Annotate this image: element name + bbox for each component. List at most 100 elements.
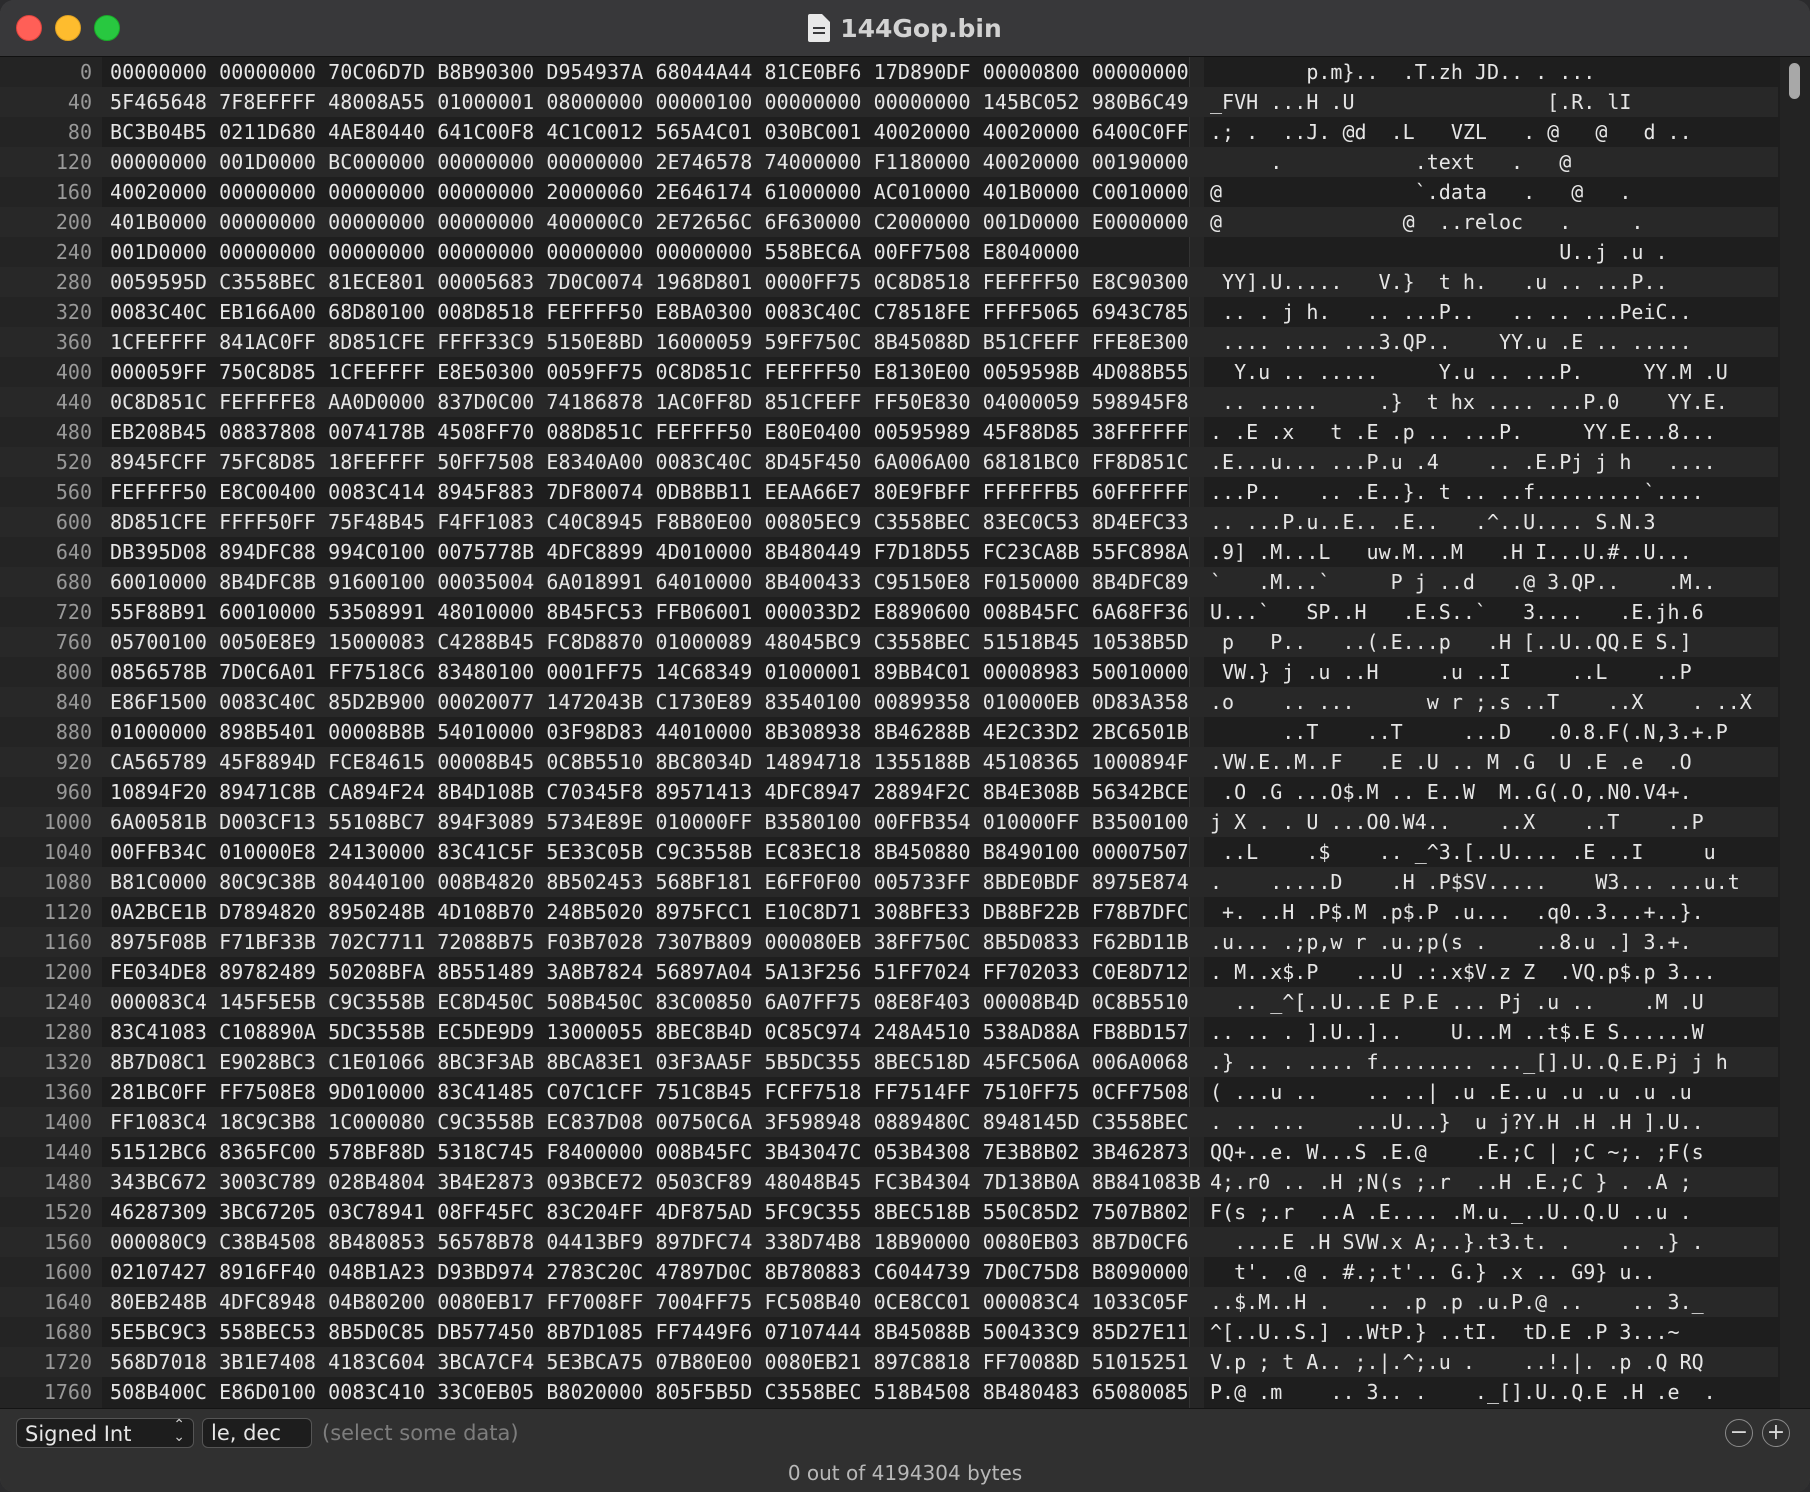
data-type-select[interactable]: Signed Int ⌃ ⌄	[16, 1418, 194, 1448]
row-hex-bytes[interactable]: 8945FCFF 75FC8D85 18FEFFFF 50FF7508 E834…	[110, 447, 1189, 477]
row-hex-bytes[interactable]: 0083C40C EB166A00 68D80100 008D8518 FEFF…	[110, 297, 1189, 327]
row-ascii[interactable]: j X . . U ...O0.W4.. ..X ..T ..P	[1210, 807, 1704, 837]
row-ascii[interactable]: . .. ... ...U...} u j?Y.H .H .H ].U..	[1210, 1107, 1704, 1137]
row-ascii[interactable]: . .text . @	[1210, 147, 1571, 177]
row-hex-bytes[interactable]: 508B400C E86D0100 0083C410 33C0EB05 B802…	[110, 1377, 1189, 1407]
row-hex-bytes[interactable]: 001D0000 00000000 00000000 00000000 0000…	[110, 237, 1080, 267]
row-hex-bytes[interactable]: 8B7D08C1 E9028BC3 C1E01066 8BC3F3AB 8BCA…	[110, 1047, 1189, 1077]
row-hex-bytes[interactable]: 5E5BC9C3 558BEC53 8B5D0C85 DB577450 8B7D…	[110, 1317, 1189, 1347]
row-hex-bytes[interactable]: 60010000 8B4DFC8B 91600100 00035004 6A01…	[110, 567, 1189, 597]
row-ascii[interactable]: @ @ ..reloc . .	[1210, 207, 1643, 237]
hex-row[interactable]: 1360 281BC0FF FF7508E8 9D010000 83C41485 …	[0, 1077, 1778, 1107]
row-hex-bytes[interactable]: 51512BC6 8365FC00 578BF88D 5318C745 F840…	[110, 1137, 1189, 1167]
row-hex-bytes[interactable]: 46287309 3BC67205 03C78941 08FF45FC 83C2…	[110, 1197, 1189, 1227]
hex-row[interactable]: 80 BC3B04B5 0211D680 4AE80440 641C00F8 4C…	[0, 117, 1778, 147]
row-ascii[interactable]: p.m}.. .T.zh JD.. . ...	[1210, 57, 1595, 87]
row-hex-bytes[interactable]: 00FFB34C 010000E8 24130000 83C41C5F 5E33…	[110, 837, 1189, 867]
hex-row[interactable]: 440 0C8D851C FEFFFFE8 AA0D0000 837D0C00 7…	[0, 387, 1778, 417]
hex-row[interactable]: 840 E86F1500 0083C40C 85D2B900 00020077 1…	[0, 687, 1778, 717]
row-ascii[interactable]: P.@ .m .. 3.. . ._[].U..Q.E .H .e .	[1210, 1377, 1716, 1407]
row-ascii[interactable]: YY].U..... V.} t h. .u .. ...P..	[1210, 267, 1668, 297]
row-hex-bytes[interactable]: 000083C4 145F5E5B C9C3558B EC8D450C 508B…	[110, 987, 1189, 1017]
row-ascii[interactable]: ..T ..T ...D .0.8.F(.N,3.+.P	[1210, 717, 1728, 747]
hex-row[interactable]: 1160 8975F08B F71BF33B 702C7711 72088B75 …	[0, 927, 1778, 957]
add-inspector-button[interactable]: +	[1762, 1419, 1790, 1447]
hex-row[interactable]: 1440 51512BC6 8365FC00 578BF88D 5318C745 …	[0, 1137, 1778, 1167]
title-bar[interactable]: 144Gop.bin	[0, 0, 1810, 57]
row-ascii[interactable]: ( ...u .. .. ..| .u .E..u .u .u .u .u	[1210, 1077, 1692, 1107]
row-ascii[interactable]: VW.} j .u ..H .u ..I ..L ..P	[1210, 657, 1692, 687]
hex-row[interactable]: 1280 83C41083 C108890A 5DC3558B EC5DE9D9 …	[0, 1017, 1778, 1047]
hex-row[interactable]: 1600 02107427 8916FF40 048B1A23 D93BD974 …	[0, 1257, 1778, 1287]
row-ascii[interactable]: @ `.data . @ .	[1210, 177, 1631, 207]
remove-inspector-button[interactable]: −	[1725, 1419, 1753, 1447]
row-hex-bytes[interactable]: FEFFFF50 E8C00400 0083C414 8945F883 7DF8…	[110, 477, 1189, 507]
row-hex-bytes[interactable]: 0C8D851C FEFFFFE8 AA0D0000 837D0C00 7418…	[110, 387, 1189, 417]
row-hex-bytes[interactable]: 401B0000 00000000 00000000 00000000 4000…	[110, 207, 1189, 237]
value-field[interactable]: (select some data)	[322, 1418, 519, 1448]
hex-row[interactable]: 120 00000000 001D0000 BC000000 00000000 0…	[0, 147, 1778, 177]
row-hex-bytes[interactable]: 0A2BCE1B D7894820 8950248B 4D108B70 248B…	[110, 897, 1189, 927]
hex-row[interactable]: 920 CA565789 45F8894D FCE84615 00008B45 0…	[0, 747, 1778, 777]
hex-row[interactable]: 1760 508B400C E86D0100 0083C410 33C0EB05 …	[0, 1377, 1778, 1407]
row-hex-bytes[interactable]: 55F88B91 60010000 53508991 48010000 8B45…	[110, 597, 1189, 627]
row-ascii[interactable]: ^[..U..S.] ..WtP.} ..tI. tD.E .P 3...~	[1210, 1317, 1680, 1347]
hex-row[interactable]: 1080 B81C0000 80C9C38B 80440100 008B4820 …	[0, 867, 1778, 897]
row-hex-bytes[interactable]: E86F1500 0083C40C 85D2B900 00020077 1472…	[110, 687, 1189, 717]
row-hex-bytes[interactable]: 02107427 8916FF40 048B1A23 D93BD974 2783…	[110, 1257, 1189, 1287]
row-hex-bytes[interactable]: DB395D08 894DFC88 994C0100 0075778B 4DFC…	[110, 537, 1189, 567]
hex-row[interactable]: 520 8945FCFF 75FC8D85 18FEFFFF 50FF7508 E…	[0, 447, 1778, 477]
row-ascii[interactable]: .; . ..J. @d .L VZL . @ @ d ..	[1210, 117, 1692, 147]
row-hex-bytes[interactable]: 8975F08B F71BF33B 702C7711 72088B75 F03B…	[110, 927, 1189, 957]
hex-row[interactable]: 640 DB395D08 894DFC88 994C0100 0075778B 4…	[0, 537, 1778, 567]
row-hex-bytes[interactable]: 80EB248B 4DFC8948 04B80200 0080EB17 FF70…	[110, 1287, 1189, 1317]
row-hex-bytes[interactable]: FE034DE8 89782489 50208BFA 8B551489 3A8B…	[110, 957, 1189, 987]
hex-row[interactable]: 1120 0A2BCE1B D7894820 8950248B 4D108B70 …	[0, 897, 1778, 927]
row-ascii[interactable]: ....E .H SVW.x A;..}.t3.t. . .. .} .	[1210, 1227, 1704, 1257]
row-hex-bytes[interactable]: 6A00581B D003CF13 55108BC7 894F3089 5734…	[110, 807, 1189, 837]
row-hex-bytes[interactable]: 00000000 001D0000 BC000000 00000000 0000…	[110, 147, 1189, 177]
row-hex-bytes[interactable]: 05700100 0050E8E9 15000083 C4288B45 FC8D…	[110, 627, 1189, 657]
row-hex-bytes[interactable]: 01000000 898B5401 00008B8B 54010000 03F9…	[110, 717, 1189, 747]
row-hex-bytes[interactable]: 0059595D C3558BEC 81ECE801 00005683 7D0C…	[110, 267, 1189, 297]
hex-row[interactable]: 1040 00FFB34C 010000E8 24130000 83C41C5F …	[0, 837, 1778, 867]
row-ascii[interactable]: +. ..H .P$.M .p$.P .u... .q0..3...+..}.	[1210, 897, 1704, 927]
hex-view[interactable]: 0 00000000 00000000 70C06D7D B8B90300 D95…	[0, 57, 1810, 1408]
row-ascii[interactable]: .. .. . ].U..].. U...M ..t$.E S......W	[1210, 1017, 1704, 1047]
hex-row[interactable]: 1240 000083C4 145F5E5B C9C3558B EC8D450C …	[0, 987, 1778, 1017]
row-ascii[interactable]: .. ..... .} t hx .... ...P.0 YY.E.	[1210, 387, 1728, 417]
hex-row[interactable]: 1680 5E5BC9C3 558BEC53 8B5D0C85 DB577450 …	[0, 1317, 1778, 1347]
row-hex-bytes[interactable]: 5F465648 7F8EFFFF 48008A55 01000001 0800…	[110, 87, 1189, 117]
row-hex-bytes[interactable]: 0856578B 7D0C6A01 FF7518C6 83480100 0001…	[110, 657, 1189, 687]
row-ascii[interactable]: . M..x$.P ...U .:.x$V.z Z .VQ.p$.p 3...	[1210, 957, 1716, 987]
hex-row[interactable]: 240 001D0000 00000000 00000000 00000000 0…	[0, 237, 1778, 267]
row-ascii[interactable]: V.p ; t A.. ;.|.^;.u . ..!.|. .p .Q RQ	[1210, 1347, 1704, 1377]
row-ascii[interactable]: QQ+..e. W...S .E.@ .E.;C | ;C ~;. ;F(s	[1210, 1137, 1704, 1167]
row-ascii[interactable]: ..$.M..H . .. .p .p .u.P.@ .. .. 3._	[1210, 1287, 1704, 1317]
hex-row[interactable]: 480 EB208B45 08837808 0074178B 4508FF70 0…	[0, 417, 1778, 447]
row-ascii[interactable]: _FVH ...H .U [.R. lI	[1210, 87, 1631, 117]
row-hex-bytes[interactable]: B81C0000 80C9C38B 80440100 008B4820 8B50…	[110, 867, 1189, 897]
row-ascii[interactable]: .... .... ...3.QP.. YY.u .E .. .....	[1210, 327, 1692, 357]
hex-row[interactable]: 960 10894F20 89471C8B CA894F24 8B4D108B C…	[0, 777, 1778, 807]
scroll-thumb[interactable]	[1789, 63, 1800, 99]
hex-row[interactable]: 720 55F88B91 60010000 53508991 48010000 8…	[0, 597, 1778, 627]
hex-row[interactable]: 1720 568D7018 3B1E7408 4183C604 3BCA7CF4 …	[0, 1347, 1778, 1377]
row-ascii[interactable]: .} .. . .... f........ ..._[].U..Q.E.Pj …	[1210, 1047, 1728, 1077]
hex-row[interactable]: 40 5F465648 7F8EFFFF 48008A55 01000001 08…	[0, 87, 1778, 117]
hex-row[interactable]: 560 FEFFFF50 E8C00400 0083C414 8945F883 7…	[0, 477, 1778, 507]
row-ascii[interactable]: U...` SP..H .E.S..` 3.... .E.jh.6	[1210, 597, 1704, 627]
hex-row[interactable]: 760 05700100 0050E8E9 15000083 C4288B45 F…	[0, 627, 1778, 657]
row-ascii[interactable]: .O .G ...O$.M .. E..W M..G(.O,.N0.V4+.	[1210, 777, 1692, 807]
hex-row[interactable]: 1640 80EB248B 4DFC8948 04B80200 0080EB17 …	[0, 1287, 1778, 1317]
row-hex-bytes[interactable]: 000059FF 750C8D85 1CFEFFFF E8E50300 0059…	[110, 357, 1189, 387]
hex-row[interactable]: 200 401B0000 00000000 00000000 00000000 4…	[0, 207, 1778, 237]
row-ascii[interactable]: t'. .@ . #.;.t'.. G.} .x .. G9} u..	[1210, 1257, 1655, 1287]
row-hex-bytes[interactable]: BC3B04B5 0211D680 4AE80440 641C00F8 4C1C…	[110, 117, 1189, 147]
row-ascii[interactable]: ...P.. .. .E..}. t .. ..f.........`....	[1210, 477, 1704, 507]
hex-row[interactable]: 600 8D851CFE FFFF50FF 75F48B45 F4FF1083 C…	[0, 507, 1778, 537]
hex-row[interactable]: 400 000059FF 750C8D85 1CFEFFFF E8E50300 0…	[0, 357, 1778, 387]
row-ascii[interactable]: 4;.r0 .. .H ;N(s ;.r ..H .E.;C } . .A ;	[1210, 1167, 1692, 1197]
hex-row[interactable]: 1320 8B7D08C1 E9028BC3 C1E01066 8BC3F3AB …	[0, 1047, 1778, 1077]
row-hex-bytes[interactable]: 00000000 00000000 70C06D7D B8B90300 D954…	[110, 57, 1189, 87]
